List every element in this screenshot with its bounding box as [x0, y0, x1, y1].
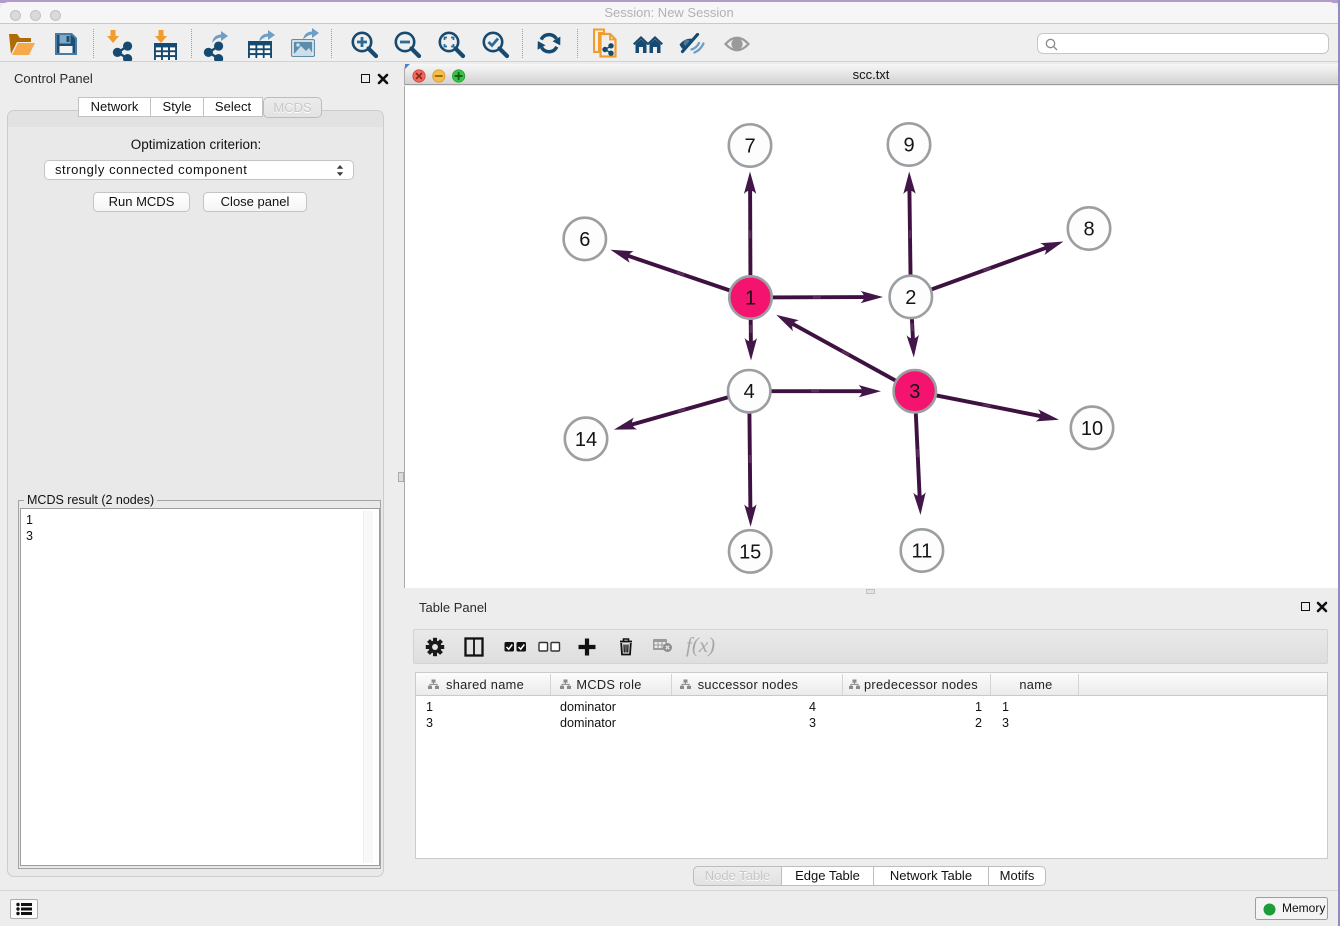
- svg-text:1: 1: [745, 288, 756, 310]
- svg-text:8: 8: [1083, 219, 1094, 241]
- svg-text:2: 2: [905, 287, 916, 309]
- svg-text:7: 7: [744, 136, 755, 158]
- svg-text:15: 15: [739, 541, 761, 563]
- svg-text:9: 9: [903, 135, 914, 157]
- svg-text:11: 11: [912, 541, 933, 563]
- svg-text:10: 10: [1081, 418, 1103, 440]
- svg-text:6: 6: [579, 229, 590, 251]
- svg-text:14: 14: [575, 429, 597, 451]
- svg-text:3: 3: [909, 381, 920, 403]
- svg-text:4: 4: [744, 381, 755, 403]
